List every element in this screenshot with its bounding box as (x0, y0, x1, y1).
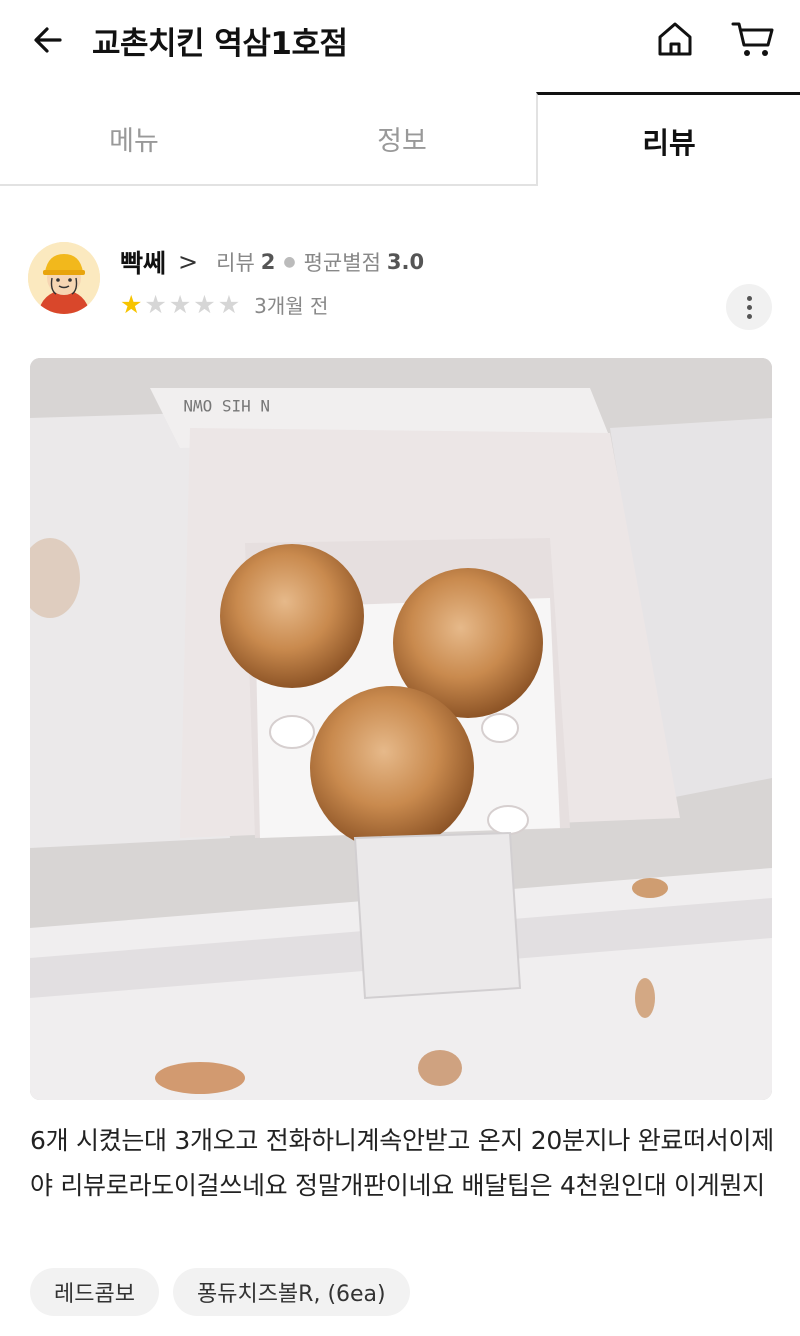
chevron-right-icon[interactable]: > (178, 248, 198, 276)
tab-menu[interactable]: 메뉴 (0, 92, 268, 186)
tab-info[interactable]: 정보 (268, 92, 536, 186)
tab-review[interactable]: 리뷰 (536, 92, 800, 186)
avg-rating-label: 평균별점 (303, 251, 381, 275)
review-date: 3개월 전 (254, 294, 329, 318)
rating-row: ★ ★ ★ ★ ★ 3개월 전 (120, 290, 328, 319)
food-photo-illustration: N HIS OWN (30, 358, 772, 1100)
menu-chip[interactable]: 퐁듀치즈볼R, (6ea) (172, 1268, 410, 1316)
review-count-label: 리뷰 (216, 251, 255, 275)
avg-rating: 3.0 (386, 250, 425, 274)
arrow-left-icon (34, 27, 62, 53)
review-photo[interactable]: N HIS OWN (30, 358, 772, 1100)
store-title: 교촌치킨 역삼1호점 (92, 26, 348, 62)
star-empty-icon: ★ (168, 290, 192, 319)
star-rating: ★ ★ ★ ★ ★ (120, 292, 240, 317)
review-count: 2 (260, 250, 276, 274)
home-icon (658, 22, 692, 56)
review-text: 6개 시켰는대 3개오고 전화하니계속안받고 온지 20분지나 완료떠서이제야 … (30, 1126, 774, 1200)
cart-button[interactable] (730, 18, 776, 60)
menu-chip[interactable]: 레드콤보 (30, 1268, 159, 1316)
avatar-illustration (28, 242, 100, 314)
more-dot (746, 295, 752, 301)
reviewer-name[interactable]: 빡쎄 (120, 244, 166, 280)
more-options-button[interactable] (726, 284, 772, 330)
separator-dot: ● (283, 254, 296, 270)
star-filled-icon: ★ (120, 290, 143, 319)
top-app-bar: 교촌치킨 역삼1호점 (0, 0, 800, 80)
star-empty-icon: ★ (193, 290, 216, 319)
reviewer-avatar[interactable] (28, 242, 100, 314)
star-empty-icon: ★ (217, 290, 241, 319)
home-button[interactable] (654, 18, 696, 60)
ordered-menu-chips: 레드콤보 퐁듀치즈볼R, (6ea) (30, 1268, 410, 1316)
store-tabs: 메뉴 정보 리뷰 (0, 92, 800, 186)
reviewer-info: 빡쎄 > 리뷰 2 ● 평균별점 3.0 (120, 244, 424, 280)
cart-icon (731, 22, 774, 56)
more-dot (746, 313, 752, 319)
more-dot (746, 304, 752, 310)
svg-text:N HIS OWN: N HIS OWN (183, 396, 270, 415)
back-button[interactable] (28, 20, 68, 60)
star-empty-icon: ★ (144, 290, 167, 319)
